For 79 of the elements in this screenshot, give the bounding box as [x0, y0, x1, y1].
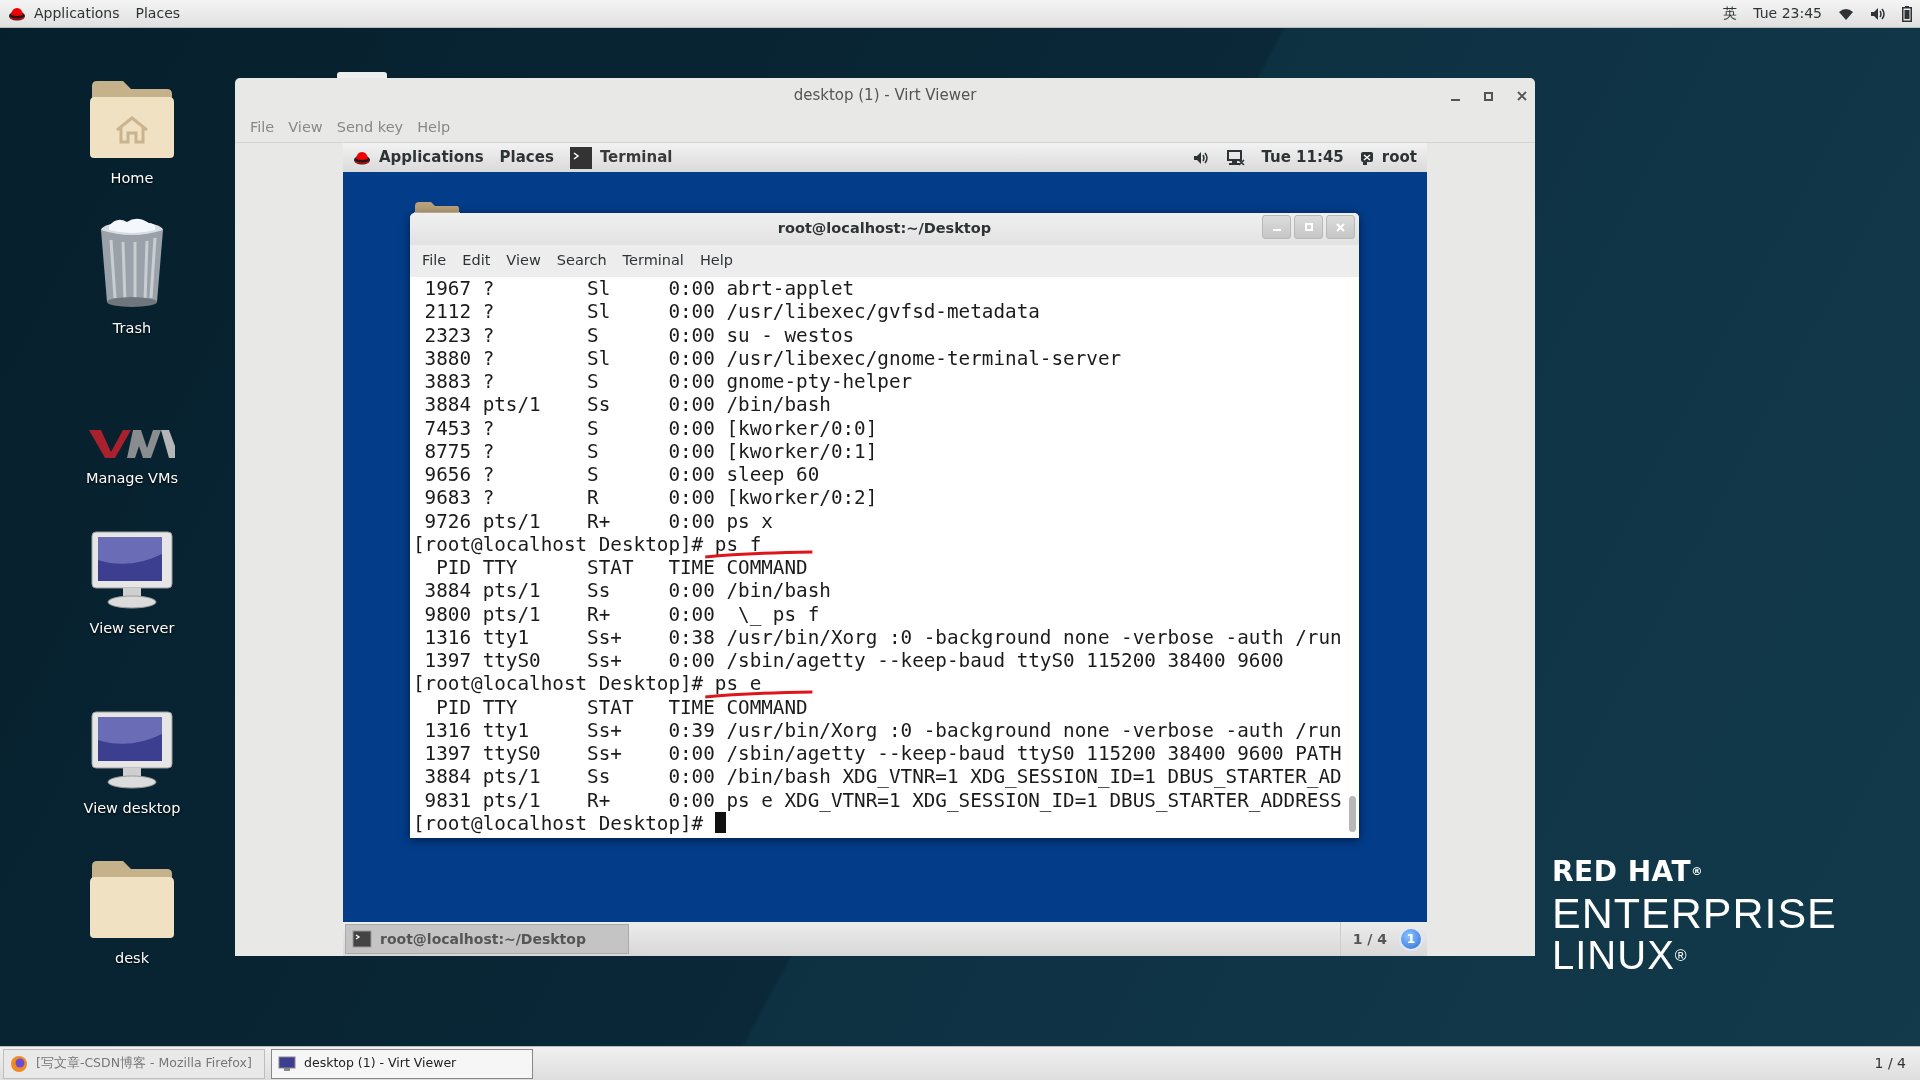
menu-item[interactable]: Terminal: [614, 250, 692, 272]
terminal-line: 3884 pts/1 Ss 0:00 /bin/bash: [423, 579, 832, 603]
menu-item[interactable]: Help: [691, 250, 741, 272]
maximize-icon: [1304, 223, 1313, 231]
workspace-indicator[interactable]: 1 / 4: [1339, 922, 1399, 956]
monitor-icon: [278, 1055, 296, 1072]
folder-icon: [89, 858, 175, 940]
prompt-text: [root@localhost Desktop]#: [413, 811, 704, 835]
hat-icon: [353, 149, 371, 166]
terminal-line: 3884 pts/1 Ss 0:00 /bin/bash: [423, 393, 832, 417]
clock[interactable]: Tue 11:45: [1261, 146, 1344, 169]
terminal-line: 3880 ? Sl 0:00 /usr/libexec/gnome-terminal-server: [423, 346, 1123, 370]
terminal-line: PID TTY STAT TIME COMMAND: [435, 556, 809, 580]
desktop-icon-label[interactable]: Manage VMs: [85, 468, 179, 490]
browser-icon: [10, 1054, 28, 1073]
workspace-indicator[interactable]: 1 / 4: [1874, 1053, 1906, 1074]
user-icon[interactable]: [1359, 150, 1374, 165]
volume-icon[interactable]: [1870, 6, 1886, 21]
monitor-icon: [90, 530, 174, 610]
maximize-icon: [1484, 91, 1493, 101]
terminal-line: 7453 ? S 0:00 [kworker/0:0]: [423, 416, 879, 440]
terminal-line: 9800 pts/1 R+ 0:00 \_ ps f: [423, 602, 821, 626]
task-label[interactable]: Terminal: [599, 146, 673, 169]
menu-item[interactable]: Edit: [454, 250, 499, 272]
desktop-icon-label[interactable]: desk: [114, 948, 150, 970]
terminal-line: 1397 ttyS0 Ss+ 0:00 /sbin/agetty --keep-baud ttyS0 115200 38400 9600 PATH: [423, 742, 1343, 766]
desktop-icon-label[interactable]: Trash: [112, 318, 152, 340]
close-icon: [1336, 222, 1345, 232]
scrollbar-thumb[interactable]: [1349, 796, 1356, 832]
command-text: ps e: [714, 672, 762, 696]
close-icon: [1517, 91, 1527, 101]
taskbar-button[interactable]: root@localhost:~/Desktop: [345, 924, 629, 954]
menu-item[interactable]: File: [414, 250, 455, 272]
terminal-line: 3884 pts/1 Ss 0:00 /bin/bash XDG_VTNR=1 XDG_SESSION_ID=1 DBUS_STARTER_AD: [423, 765, 1343, 789]
terminal-icon[interactable]: [569, 146, 592, 169]
terminal-icon: [352, 930, 372, 948]
wifi-icon[interactable]: [1838, 6, 1854, 21]
menu-item[interactable]: Search: [548, 250, 615, 272]
hat-icon: [8, 5, 26, 22]
product-name: ENTERPRISE: [1552, 892, 1837, 935]
menu-item[interactable]: Places: [127, 3, 189, 24]
battery-icon[interactable]: [1902, 5, 1912, 22]
desktop-icon-label[interactable]: View desktop: [83, 798, 181, 820]
menu-item[interactable]: Applications: [26, 3, 128, 24]
terminal-line: 9683 ? R 0:00 [kworker/0:2]: [423, 486, 879, 510]
terminal-line: 2112 ? Sl 0:00 /usr/libexec/gvfsd-metadata: [423, 300, 1041, 324]
vm-logo-icon: [89, 428, 175, 460]
clock[interactable]: Tue 23:45: [1753, 3, 1822, 24]
home-folder-icon: [89, 78, 175, 160]
menu-item[interactable]: Places: [499, 146, 562, 169]
prompt-text: [root@localhost Desktop]#: [413, 672, 704, 696]
terminal-line: 9726 pts/1 R+ 0:00 ps x: [423, 509, 774, 533]
terminal-line: 9831 pts/1 R+ 0:00 ps e XDG_VTNR=1 XDG_SESSION_ID=1 DBUS_STARTER_ADDRESS: [423, 788, 1343, 812]
input-method-indicator[interactable]: 英: [1723, 3, 1738, 24]
terminal-line: 1316 tty1 Ss+ 0:39 /usr/bin/Xorg :0 -background none -verbose -auth /run: [423, 718, 1343, 742]
network-icon[interactable]: [1227, 149, 1246, 166]
taskbar-button[interactable]: [写文章-CSDN博客 - Mozilla Firefox]: [3, 1048, 265, 1079]
terminal-line: 2323 ? S 0:00 su - westos: [423, 323, 856, 347]
user-name[interactable]: root: [1381, 146, 1417, 169]
terminal-line: 3883 ? S 0:00 gnome-pty-helper: [423, 370, 914, 394]
brand-name: RED HAT$^{®}$: [1552, 858, 1704, 886]
taskbar-button[interactable]: desktop (1) - Virt Viewer: [271, 1048, 533, 1079]
menu-item[interactable]: View: [498, 250, 549, 272]
prompt-text: [root@localhost Desktop]#: [413, 532, 704, 556]
desktop-icon-label[interactable]: Home: [110, 168, 154, 190]
command-text: ps f: [714, 532, 762, 556]
product-subname: LINUX$^{®}$: [1552, 935, 1689, 975]
terminal-line: 1967 ? Sl 0:00 abrt-applet: [423, 277, 856, 301]
terminal-line: 1316 tty1 Ss+ 0:38 /usr/bin/Xorg :0 -background none -verbose -auth /run: [423, 625, 1343, 649]
minimize-icon: [1451, 98, 1460, 101]
terminal-line: 9656 ? S 0:00 sleep 60: [423, 463, 821, 487]
menu-item[interactable]: Applications: [379, 146, 492, 169]
window-title: desktop (1) - Virt Viewer: [793, 85, 977, 107]
terminal-line: 1397 ttyS0 Ss+ 0:00 /sbin/agetty --keep-baud ttyS0 115200 38400 9600: [423, 649, 1285, 673]
terminal-line: PID TTY STAT TIME COMMAND: [435, 695, 809, 719]
window-title: root@localhost:~/Desktop: [777, 219, 992, 239]
terminal-line: 8775 ? S 0:00 [kworker/0:1]: [423, 439, 879, 463]
desktop-icon-label[interactable]: View server: [89, 618, 175, 640]
monitor-icon: [90, 710, 174, 790]
